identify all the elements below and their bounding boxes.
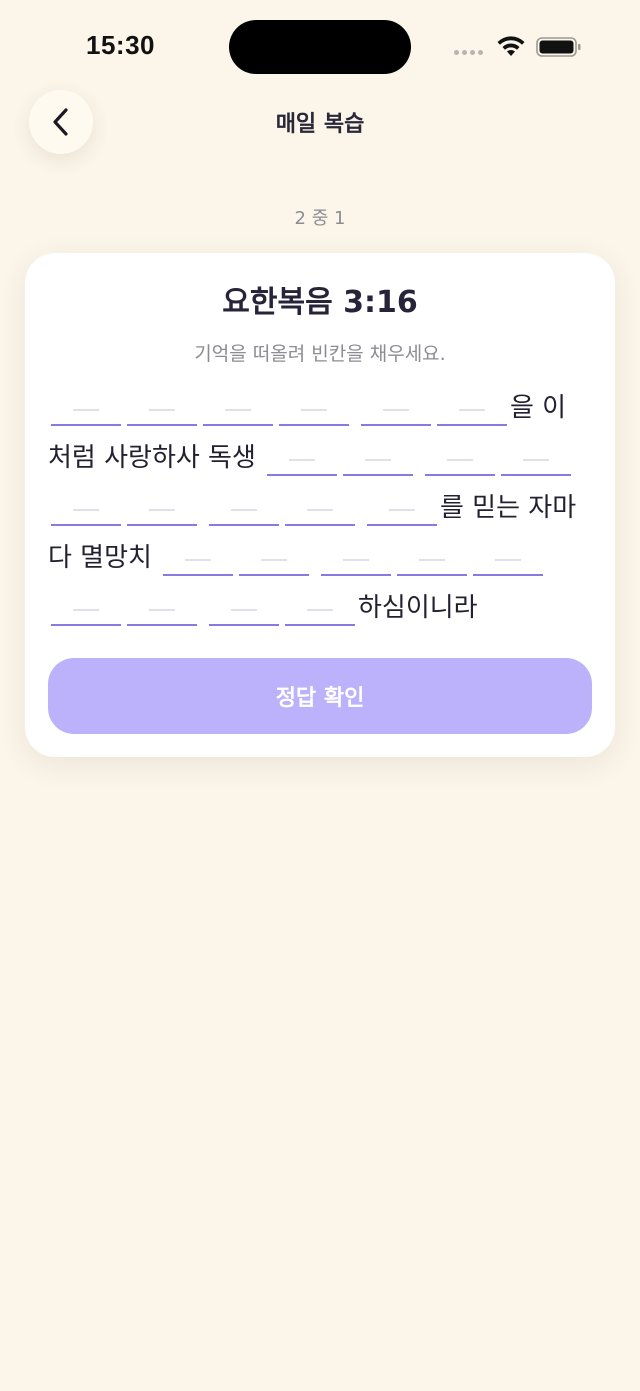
blank-input[interactable] [209, 490, 279, 526]
instruction-text: 기억을 떠올려 빈칸을 채우세요. [194, 343, 446, 365]
blank-input[interactable] [501, 440, 572, 476]
blank-input[interactable] [209, 590, 279, 626]
blank-input[interactable] [127, 590, 197, 626]
wifi-icon [497, 36, 525, 56]
verse-text: 을 이 [510, 393, 567, 423]
blank-input[interactable] [361, 390, 431, 426]
cellular-signal-icon [454, 50, 483, 55]
blank-input[interactable] [51, 390, 121, 426]
blank-input[interactable] [397, 540, 468, 576]
verse-fill-in: 을 이 처럼 사랑하사 독생 를 믿는 자마 다 멸망치 하심이니라 [48, 383, 598, 633]
blank-input[interactable] [473, 540, 544, 576]
blank-input[interactable] [367, 490, 437, 526]
status-bar: 15:30 [0, 0, 640, 90]
blank-input[interactable] [279, 390, 349, 426]
verse-text: 를 믿는 자마 [440, 493, 577, 523]
blank-input[interactable] [285, 590, 355, 626]
blank-input[interactable] [425, 440, 496, 476]
blank-input[interactable] [51, 590, 121, 626]
progress-indicator: 2 중 1 [294, 208, 346, 229]
verse-text: 처럼 사랑하사 독생 [48, 443, 256, 473]
blank-input[interactable] [321, 540, 392, 576]
blank-input[interactable] [127, 390, 197, 426]
blank-input[interactable] [437, 390, 507, 426]
verse-reference: 요한복음 3:16 [222, 285, 418, 320]
check-answer-button[interactable]: 정답 확인 [48, 658, 592, 734]
blank-input[interactable] [203, 390, 273, 426]
blank-input[interactable] [51, 490, 121, 526]
verse-text: 하심이니라 [358, 593, 478, 623]
verse-card: 요한복음 3:16 기억을 떠올려 빈칸을 채우세요. 을 이 처럼 사랑하사 … [25, 253, 615, 757]
blank-input[interactable] [267, 440, 338, 476]
battery-icon [536, 37, 581, 57]
blank-input[interactable] [285, 490, 355, 526]
blank-input[interactable] [127, 490, 197, 526]
verse-text: 다 멸망치 [48, 543, 152, 573]
blank-input[interactable] [163, 540, 234, 576]
blank-input[interactable] [343, 440, 414, 476]
dynamic-island [229, 20, 411, 74]
blank-input[interactable] [239, 540, 310, 576]
status-time: 15:30 [86, 30, 155, 60]
page-title: 매일 복습 [275, 112, 365, 137]
